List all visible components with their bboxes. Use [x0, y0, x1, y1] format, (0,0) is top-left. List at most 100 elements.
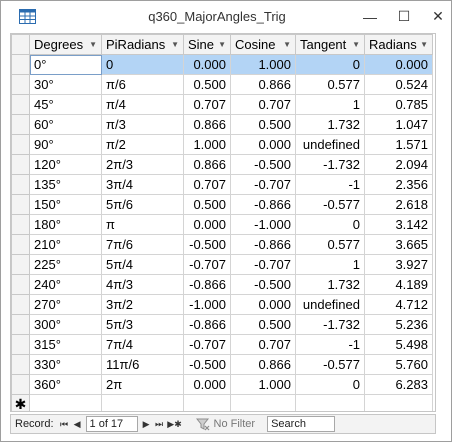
- table-row[interactable]: 0° 0 0.000 1.000 0 0.000: [11, 54, 433, 75]
- table-cell-degrees[interactable]: 330°: [29, 354, 102, 375]
- table-cell-cosine[interactable]: 0.500: [230, 314, 296, 335]
- row-selector[interactable]: [11, 294, 30, 315]
- table-cell-radians[interactable]: 3.665: [364, 234, 433, 255]
- table-row[interactable]: 300° 5π/3 -0.866 0.500 -1.732 5.236: [11, 314, 433, 335]
- table-row[interactable]: 210° 7π/6 -0.500 -0.866 0.577 3.665: [11, 234, 433, 255]
- table-cell-sine[interactable]: -0.500: [183, 234, 231, 255]
- table-cell-tangent[interactable]: 1: [295, 94, 365, 115]
- row-selector[interactable]: [11, 334, 30, 355]
- new-record-cell[interactable]: [101, 394, 184, 411]
- sort-filter-arrow-icon[interactable]: ▼: [171, 40, 179, 49]
- table-cell-piradians[interactable]: 2π: [101, 374, 184, 395]
- table-cell-radians[interactable]: 1.047: [364, 114, 433, 135]
- table-cell-tangent[interactable]: -1: [295, 174, 365, 195]
- current-record-field[interactable]: 1 of 17: [85, 416, 138, 432]
- column-header-degrees[interactable]: Degrees ▼: [29, 34, 102, 55]
- table-cell-tangent[interactable]: -1: [295, 334, 365, 355]
- table-cell-piradians[interactable]: π/2: [101, 134, 184, 155]
- new-record-cell[interactable]: [295, 394, 365, 411]
- table-cell-sine[interactable]: 0.866: [183, 154, 231, 175]
- table-cell-radians[interactable]: 2.618: [364, 194, 433, 215]
- row-selector[interactable]: [11, 354, 30, 375]
- table-row[interactable]: 330° 11π/6 -0.500 0.866 -0.577 5.760: [11, 354, 433, 375]
- table-cell-piradians[interactable]: 2π/3: [101, 154, 184, 175]
- new-record-cell[interactable]: [183, 394, 231, 411]
- minimize-button[interactable]: —: [353, 1, 387, 32]
- table-cell-cosine[interactable]: -1.000: [230, 214, 296, 235]
- row-selector[interactable]: [11, 54, 30, 75]
- previous-record-button[interactable]: ◀: [71, 416, 84, 432]
- table-cell-tangent[interactable]: 0: [295, 374, 365, 395]
- table-cell-piradians[interactable]: 5π/3: [101, 314, 184, 335]
- table-cell-piradians[interactable]: 3π/2: [101, 294, 184, 315]
- table-cell-piradians[interactable]: 0: [101, 54, 184, 75]
- table-cell-cosine[interactable]: -0.707: [230, 174, 296, 195]
- table-cell-cosine[interactable]: 0.866: [230, 74, 296, 95]
- table-row[interactable]: 360° 2π 0.000 1.000 0 6.283: [11, 374, 433, 395]
- row-selector[interactable]: [11, 214, 30, 235]
- table-cell-cosine[interactable]: 0.707: [230, 94, 296, 115]
- table-cell-sine[interactable]: -0.866: [183, 314, 231, 335]
- table-cell-tangent[interactable]: -0.577: [295, 354, 365, 375]
- first-record-button[interactable]: ⏮: [58, 416, 71, 432]
- table-cell-radians[interactable]: 4.189: [364, 274, 433, 295]
- table-cell-sine[interactable]: 0.500: [183, 194, 231, 215]
- table-cell-degrees[interactable]: 180°: [29, 214, 102, 235]
- table-cell-degrees[interactable]: 240°: [29, 274, 102, 295]
- column-header-cosine[interactable]: Cosine ▼: [230, 34, 296, 55]
- table-cell-tangent[interactable]: 0.577: [295, 74, 365, 95]
- sort-filter-arrow-icon[interactable]: ▼: [89, 40, 97, 49]
- table-cell-degrees[interactable]: 210°: [29, 234, 102, 255]
- column-header-sine[interactable]: Sine ▼: [183, 34, 231, 55]
- table-cell-cosine[interactable]: -0.866: [230, 194, 296, 215]
- table-cell-piradians[interactable]: π/4: [101, 94, 184, 115]
- table-cell-degrees[interactable]: 90°: [29, 134, 102, 155]
- table-cell-sine[interactable]: 0.866: [183, 114, 231, 135]
- table-cell-radians[interactable]: 0.524: [364, 74, 433, 95]
- table-row[interactable]: 135° 3π/4 0.707 -0.707 -1 2.356: [11, 174, 433, 195]
- table-cell-tangent[interactable]: 0: [295, 54, 365, 75]
- last-record-button[interactable]: ⏭: [153, 416, 166, 432]
- row-selector[interactable]: [11, 134, 30, 155]
- new-record-row[interactable]: ✱: [11, 394, 433, 411]
- table-cell-sine[interactable]: 1.000: [183, 134, 231, 155]
- table-cell-cosine[interactable]: 0.707: [230, 334, 296, 355]
- table-cell-degrees[interactable]: 30°: [29, 74, 102, 95]
- table-cell-radians[interactable]: 5.760: [364, 354, 433, 375]
- row-selector[interactable]: [11, 74, 30, 95]
- next-record-button[interactable]: ▶: [140, 416, 153, 432]
- close-button[interactable]: ✕: [421, 1, 452, 32]
- table-cell-radians[interactable]: 5.498: [364, 334, 433, 355]
- row-selector[interactable]: [11, 314, 30, 335]
- table-cell-cosine[interactable]: -0.866: [230, 234, 296, 255]
- table-cell-sine[interactable]: 0.000: [183, 374, 231, 395]
- new-record-cell[interactable]: [29, 394, 102, 411]
- table-cell-degrees[interactable]: 45°: [29, 94, 102, 115]
- column-header-piradians[interactable]: PiRadians ▼: [101, 34, 184, 55]
- table-cell-degrees[interactable]: 0°: [29, 54, 102, 75]
- row-selector[interactable]: [11, 114, 30, 135]
- table-cell-degrees[interactable]: 150°: [29, 194, 102, 215]
- row-selector[interactable]: [11, 194, 30, 215]
- new-record-cell[interactable]: [230, 394, 296, 411]
- table-row[interactable]: 45° π/4 0.707 0.707 1 0.785: [11, 94, 433, 115]
- table-cell-radians[interactable]: 5.236: [364, 314, 433, 335]
- row-selector[interactable]: [11, 174, 30, 195]
- table-cell-sine[interactable]: -0.707: [183, 334, 231, 355]
- table-row[interactable]: 240° 4π/3 -0.866 -0.500 1.732 4.189: [11, 274, 433, 295]
- table-row[interactable]: 225° 5π/4 -0.707 -0.707 1 3.927: [11, 254, 433, 275]
- row-selector[interactable]: [11, 234, 30, 255]
- title-bar[interactable]: q360_MajorAngles_Trig — ☐ ✕: [1, 1, 451, 32]
- table-cell-radians[interactable]: 4.712: [364, 294, 433, 315]
- table-cell-tangent[interactable]: -1.732: [295, 314, 365, 335]
- table-row[interactable]: 90° π/2 1.000 0.000 undefined 1.571: [11, 134, 433, 155]
- table-cell-degrees[interactable]: 315°: [29, 334, 102, 355]
- row-selector[interactable]: [11, 254, 30, 275]
- table-cell-piradians[interactable]: π/6: [101, 74, 184, 95]
- table-cell-cosine[interactable]: 1.000: [230, 374, 296, 395]
- table-cell-sine[interactable]: 0.000: [183, 54, 231, 75]
- table-cell-piradians[interactable]: 4π/3: [101, 274, 184, 295]
- table-cell-sine[interactable]: 0.707: [183, 174, 231, 195]
- table-cell-sine[interactable]: 0.707: [183, 94, 231, 115]
- table-cell-radians[interactable]: 3.142: [364, 214, 433, 235]
